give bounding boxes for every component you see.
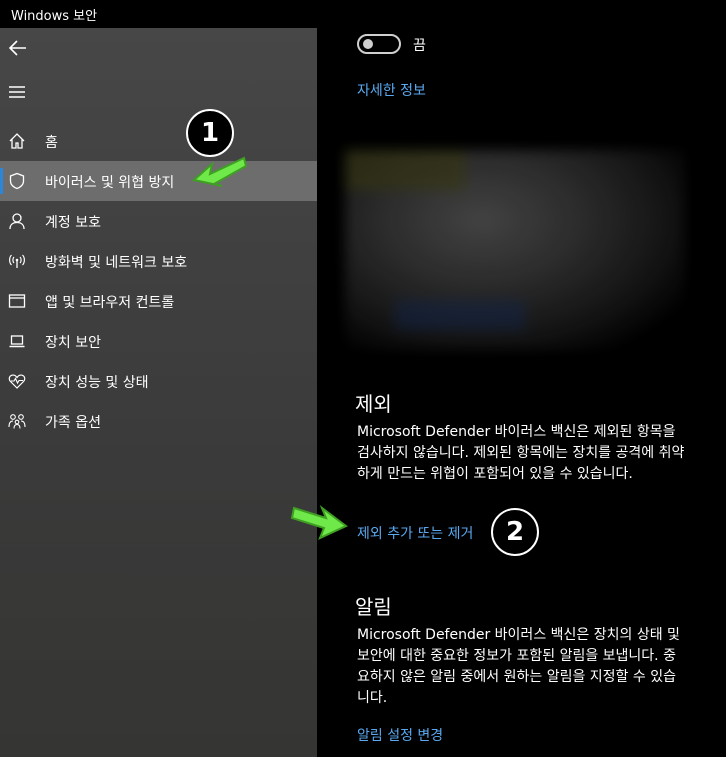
sidebar-item-app-browser[interactable]: 앱 및 브라우저 컨트롤	[0, 281, 317, 321]
toggle-state-label: 끔	[413, 38, 426, 54]
sidebar-item-label: 방화벽 및 네트워크 보호	[45, 255, 188, 271]
wifi-signal-icon	[9, 254, 25, 268]
add-remove-exclusions-link[interactable]: 제외 추가 또는 제거	[357, 523, 473, 543]
sidebar-item-label: 계정 보호	[45, 215, 101, 231]
toggle-switch[interactable]	[357, 34, 401, 54]
main-content: 끔 자세한 정보 제외 Microsoft Defender 바이러스 백신은 …	[317, 28, 726, 757]
sidebar-item-label: 앱 및 브라우저 컨트롤	[45, 295, 175, 311]
laptop-icon	[9, 335, 25, 348]
home-icon	[9, 133, 25, 149]
title-bar: Windows 보안	[0, 0, 726, 28]
sidebar-item-home[interactable]: 홈	[0, 121, 317, 161]
details-link[interactable]: 자세한 정보	[357, 80, 426, 100]
change-notification-settings-link[interactable]: 알림 설정 변경	[357, 725, 443, 745]
sidebar-item-firewall[interactable]: 방화벽 및 네트워크 보호	[0, 241, 317, 281]
toggle-knob	[363, 39, 373, 49]
green-arrow-icon	[290, 505, 348, 540]
sidebar-item-label: 가족 옵션	[45, 415, 101, 431]
notifications-heading: 알림	[355, 595, 392, 619]
sidebar-item-label: 장치 성능 및 상태	[45, 375, 149, 391]
annotation-badge-2: 2	[491, 508, 539, 556]
hamburger-menu-icon	[9, 86, 25, 98]
sidebar: 홈 바이러스 및 위협 방지 계정 보호 방화벽 및 네트워크 보호 앱 및 브…	[0, 28, 317, 757]
sidebar-item-family[interactable]: 가족 옵션	[0, 401, 317, 441]
blur-tint	[395, 300, 525, 330]
sidebar-item-label: 바이러스 및 위협 방지	[45, 175, 175, 191]
shield-icon	[9, 172, 25, 190]
notifications-description: Microsoft Defender 바이러스 백신은 장치의 상태 및 보안에…	[357, 627, 680, 706]
family-icon	[8, 414, 26, 429]
sidebar-item-device-health[interactable]: 장치 성능 및 상태	[0, 361, 317, 401]
sidebar-item-account[interactable]: 계정 보호	[0, 201, 317, 241]
browser-window-icon	[8, 294, 26, 308]
blur-tint	[345, 150, 465, 190]
window-title: Windows 보안	[11, 9, 98, 24]
sidebar-item-label: 장치 보안	[45, 335, 101, 351]
exclusions-description: Microsoft Defender 바이러스 백신은 제외된 항목을 검사하지…	[357, 424, 685, 482]
heart-pulse-icon	[8, 374, 26, 389]
person-icon	[9, 213, 25, 230]
active-indicator	[0, 168, 3, 194]
menu-button[interactable]	[6, 80, 30, 104]
sidebar-item-label: 홈	[45, 135, 58, 151]
back-button[interactable]	[6, 36, 30, 60]
green-arrow-icon	[191, 156, 248, 187]
exclusions-heading: 제외	[355, 392, 392, 416]
back-arrow-icon	[8, 40, 26, 56]
sidebar-item-device-security[interactable]: 장치 보안	[0, 321, 317, 361]
sidebar-item-virus-protection[interactable]: 바이러스 및 위협 방지	[0, 161, 317, 201]
blurred-region	[345, 150, 685, 350]
